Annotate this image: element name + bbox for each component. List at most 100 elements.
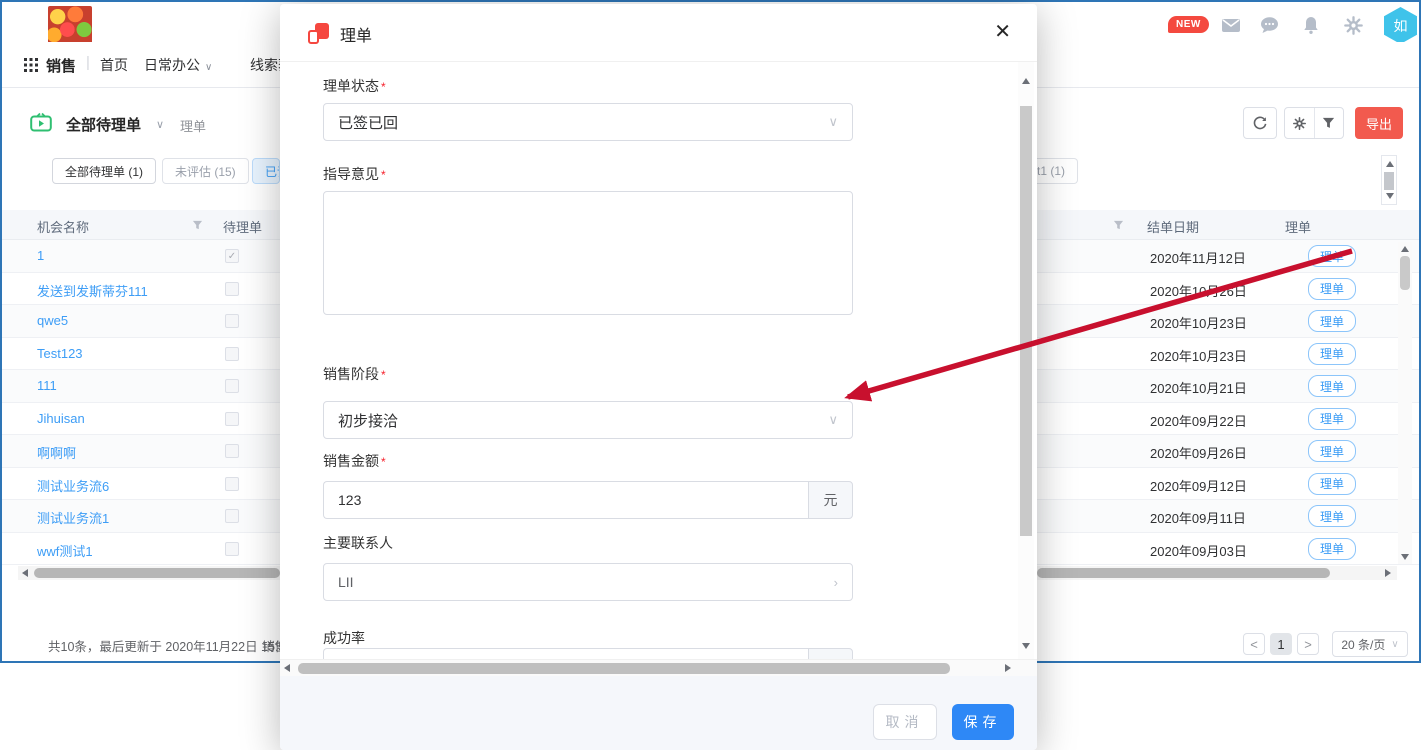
new-badge[interactable]: NEW — [1168, 16, 1209, 33]
chevron-down-icon[interactable]: ∨ — [156, 118, 164, 131]
current-page[interactable]: 1 — [1270, 633, 1292, 655]
scroll-down-icon[interactable] — [1022, 643, 1030, 649]
sales-stage-select[interactable]: 初步接洽 ∨ — [323, 401, 853, 439]
company-logo[interactable] — [48, 6, 92, 44]
summary-partial: 销售 — [262, 636, 280, 655]
pending-checkbox[interactable] — [225, 412, 239, 426]
prev-page-button[interactable]: < — [1243, 633, 1265, 655]
order-status-select[interactable]: 已签已回 ∨ — [323, 103, 853, 141]
tabs-scrollbar[interactable] — [1381, 155, 1397, 205]
scrollbar-thumb[interactable] — [34, 568, 280, 578]
next-page-button[interactable]: > — [1297, 633, 1319, 655]
scrollbar-thumb[interactable] — [1037, 568, 1330, 578]
save-button[interactable]: 保存 — [952, 704, 1014, 740]
required-mark: * — [381, 80, 386, 94]
pending-checkbox[interactable] — [225, 379, 239, 393]
pending-checkbox[interactable] — [225, 444, 239, 458]
columns-gear-button[interactable] — [1285, 108, 1315, 138]
process-order-button[interactable]: 理单 — [1308, 245, 1356, 267]
refresh-button[interactable] — [1243, 107, 1277, 139]
page-size-select[interactable]: 20 条/页 ∨ — [1332, 631, 1408, 657]
modal-hscrollbar[interactable] — [280, 659, 1037, 676]
success-rate-input[interactable]: 10.00 — [323, 648, 808, 659]
filter-button[interactable] — [1315, 108, 1344, 138]
scrollbar-thumb[interactable] — [1400, 256, 1410, 290]
primary-contact-input[interactable]: LII › — [323, 563, 853, 601]
scrollbar-thumb[interactable] — [1020, 106, 1032, 536]
export-button[interactable]: 导出 — [1355, 107, 1403, 139]
opportunity-link[interactable]: 测试业务流6 — [37, 476, 109, 495]
opportunity-link[interactable]: 测试业务流1 — [37, 508, 109, 527]
process-order-button[interactable]: 理单 — [1308, 538, 1356, 560]
close-date: 2020年10月26日 — [1150, 281, 1247, 300]
scroll-up-icon[interactable] — [1386, 161, 1394, 167]
opportunity-link[interactable]: 啊啊啊 — [37, 443, 76, 462]
opportunity-link[interactable]: 111 — [37, 378, 57, 393]
tab-not-evaluated[interactable]: 未评估 (15) — [162, 158, 249, 184]
scroll-up-icon[interactable] — [1401, 246, 1409, 252]
scroll-up-icon[interactable] — [1022, 78, 1030, 84]
process-order-button[interactable]: 理单 — [1308, 375, 1356, 397]
process-order-button[interactable]: 理单 — [1308, 505, 1356, 527]
pending-checkbox[interactable] — [225, 542, 239, 556]
pending-checkbox[interactable] — [225, 509, 239, 523]
amount-unit-addon: 元 — [808, 481, 853, 519]
bell-icon[interactable] — [1301, 15, 1323, 37]
tab-right-partial[interactable]: t1 (1) — [1031, 158, 1078, 184]
pending-checkbox[interactable] — [225, 347, 239, 361]
chat-icon[interactable] — [1258, 15, 1280, 37]
modal-vscrollbar[interactable] — [1018, 62, 1034, 659]
close-icon[interactable]: ✕ — [994, 19, 1011, 45]
cancel-button[interactable]: 取消 — [873, 704, 937, 740]
chevron-down-icon: ∨ — [205, 62, 212, 73]
nav-item-daily[interactable]: 日常办公∨ — [144, 55, 212, 75]
process-order-button[interactable]: 理单 — [1308, 278, 1356, 300]
scroll-left-icon[interactable] — [284, 664, 290, 672]
tab-all-pending[interactable]: 全部待理单 (1) — [52, 158, 156, 184]
opportunity-link[interactable]: wwf测试1 — [37, 541, 93, 560]
process-order-button[interactable]: 理单 — [1308, 310, 1356, 332]
table-hscrollbar-left[interactable] — [18, 566, 280, 580]
opportunity-link[interactable]: Test123 — [37, 346, 83, 361]
nav-item-home[interactable]: 首页 — [100, 55, 128, 75]
scroll-right-icon[interactable] — [1385, 569, 1391, 577]
nav-item-leads[interactable]: 线索获 — [250, 55, 283, 75]
tab-evaluated-partial[interactable]: 已评 — [252, 158, 280, 184]
scrollbar-thumb[interactable] — [298, 663, 950, 674]
table-hscrollbar-right[interactable] — [1037, 566, 1397, 580]
process-order-button[interactable]: 理单 — [1308, 440, 1356, 462]
process-order-button[interactable]: 理单 — [1308, 473, 1356, 495]
mail-icon[interactable] — [1220, 15, 1242, 37]
page: NEW 如 销售 | 首页 日常办公∨ 线索获 全部待理单 ∨ 理单 — [0, 0, 1421, 750]
pending-checkbox[interactable] — [225, 314, 239, 328]
scrollbar-thumb[interactable] — [1384, 172, 1394, 190]
filter-funnel-icon[interactable] — [192, 219, 203, 234]
opportunity-link[interactable]: 1 — [37, 248, 44, 263]
gear-icon[interactable] — [1343, 15, 1365, 37]
table-vscrollbar[interactable] — [1398, 242, 1412, 564]
process-order-button[interactable]: 理单 — [1308, 408, 1356, 430]
process-order-button[interactable]: 理单 — [1308, 343, 1356, 365]
scroll-right-icon[interactable] — [1005, 664, 1011, 672]
pending-checkbox[interactable] — [225, 477, 239, 491]
opportunity-link[interactable]: Jihuisan — [37, 411, 85, 426]
app-grid-icon[interactable] — [24, 58, 38, 77]
scroll-down-icon[interactable] — [1401, 554, 1409, 560]
advice-textarea[interactable] — [323, 191, 853, 315]
opportunity-link[interactable]: qwe5 — [37, 313, 68, 328]
nav-separator: | — [86, 54, 90, 71]
col-header-name: 机会名称 — [37, 217, 89, 236]
view-selector[interactable]: 全部待理单 — [66, 114, 141, 135]
filter-funnel-icon[interactable] — [1113, 219, 1124, 234]
avatar[interactable]: 如 — [1384, 7, 1417, 44]
pending-checkbox[interactable]: ✓ — [225, 249, 239, 263]
success-rate-field: 10.00 % — [323, 648, 853, 659]
scroll-down-icon[interactable] — [1386, 193, 1394, 199]
sales-amount-input[interactable]: 123 — [323, 481, 808, 519]
modal-title: 理单 — [340, 22, 372, 46]
close-date: 2020年09月03日 — [1150, 541, 1247, 560]
scroll-left-icon[interactable] — [22, 569, 28, 577]
opportunity-link[interactable]: 发送到发斯蒂芬111 — [37, 281, 148, 300]
pending-checkbox[interactable] — [225, 282, 239, 296]
field-label-stage: 销售阶段* — [323, 364, 386, 384]
